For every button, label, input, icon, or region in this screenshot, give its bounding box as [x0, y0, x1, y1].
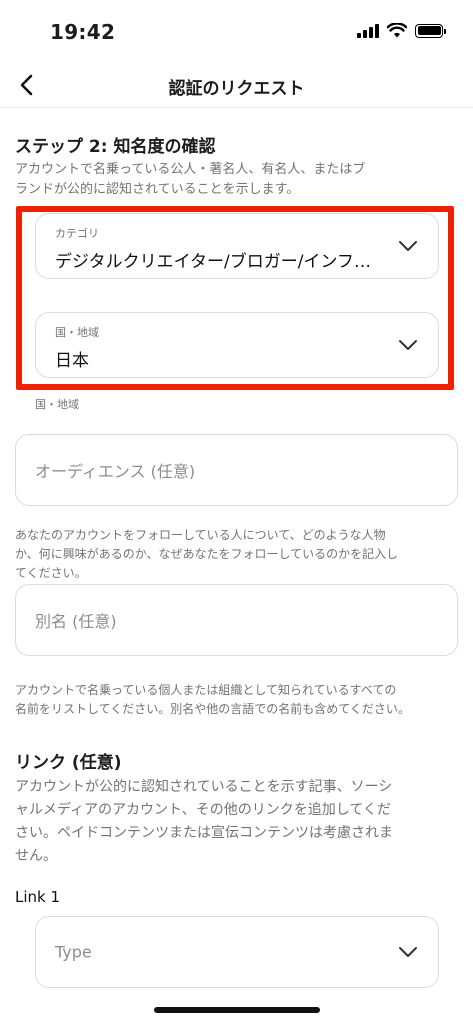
audience-helper: あなたのアカウントをフォローしている人について、どのような人物 か、何に興味があ…: [15, 528, 399, 580]
chevron-down-icon: [399, 947, 417, 957]
chevron-down-icon: [399, 241, 417, 251]
status-icons: [357, 23, 446, 38]
audience-input[interactable]: オーディエンス (任意): [15, 434, 458, 506]
links-description: アカウントが公的に認知されていることを示す記事、ソーシ ャルメディアのアカウント…: [15, 779, 393, 864]
step-description: アカウントで名乗っている公人・著名人、有名人、またはブ ランドが公的に認知されて…: [15, 162, 366, 197]
link1-label: Link 1: [15, 888, 61, 906]
audience-placeholder: オーディエンス (任意): [35, 462, 196, 481]
region-value: 日本: [55, 351, 89, 371]
alias-input[interactable]: 別名 (任意): [15, 584, 458, 656]
link1-type-placeholder: Type: [55, 942, 92, 962]
category-value: デジタルクリエイター/ブロガー/インフルエンサー: [55, 252, 385, 272]
signal-icon: [357, 23, 379, 38]
status-time: 19:42: [50, 20, 116, 44]
region-helper-label: 国・地域: [35, 398, 79, 411]
step-title: ステップ 2: 知名度の確認: [15, 137, 216, 157]
links-title: リンク (任意): [15, 753, 122, 773]
home-indicator: [154, 1007, 320, 1013]
wifi-icon: [387, 23, 407, 38]
link1-type-select[interactable]: Type: [35, 916, 439, 988]
page-title: 認証のリクエスト: [168, 79, 305, 99]
nav-bar: 認証のリクエスト: [0, 62, 473, 108]
category-label: カテゴリ: [55, 227, 99, 240]
region-select[interactable]: 国・地域 日本: [35, 312, 439, 378]
category-select[interactable]: カテゴリ デジタルクリエイター/ブロガー/インフルエンサー: [35, 213, 439, 279]
alias-placeholder: 別名 (任意): [35, 612, 117, 631]
status-bar: 19:42: [0, 0, 473, 62]
region-label: 国・地域: [55, 326, 99, 339]
chevron-down-icon: [399, 340, 417, 350]
battery-icon: [415, 23, 446, 38]
alias-helper: アカウントで名乗っている個人または組織として知られているすべての 名前をリストし…: [15, 683, 410, 716]
